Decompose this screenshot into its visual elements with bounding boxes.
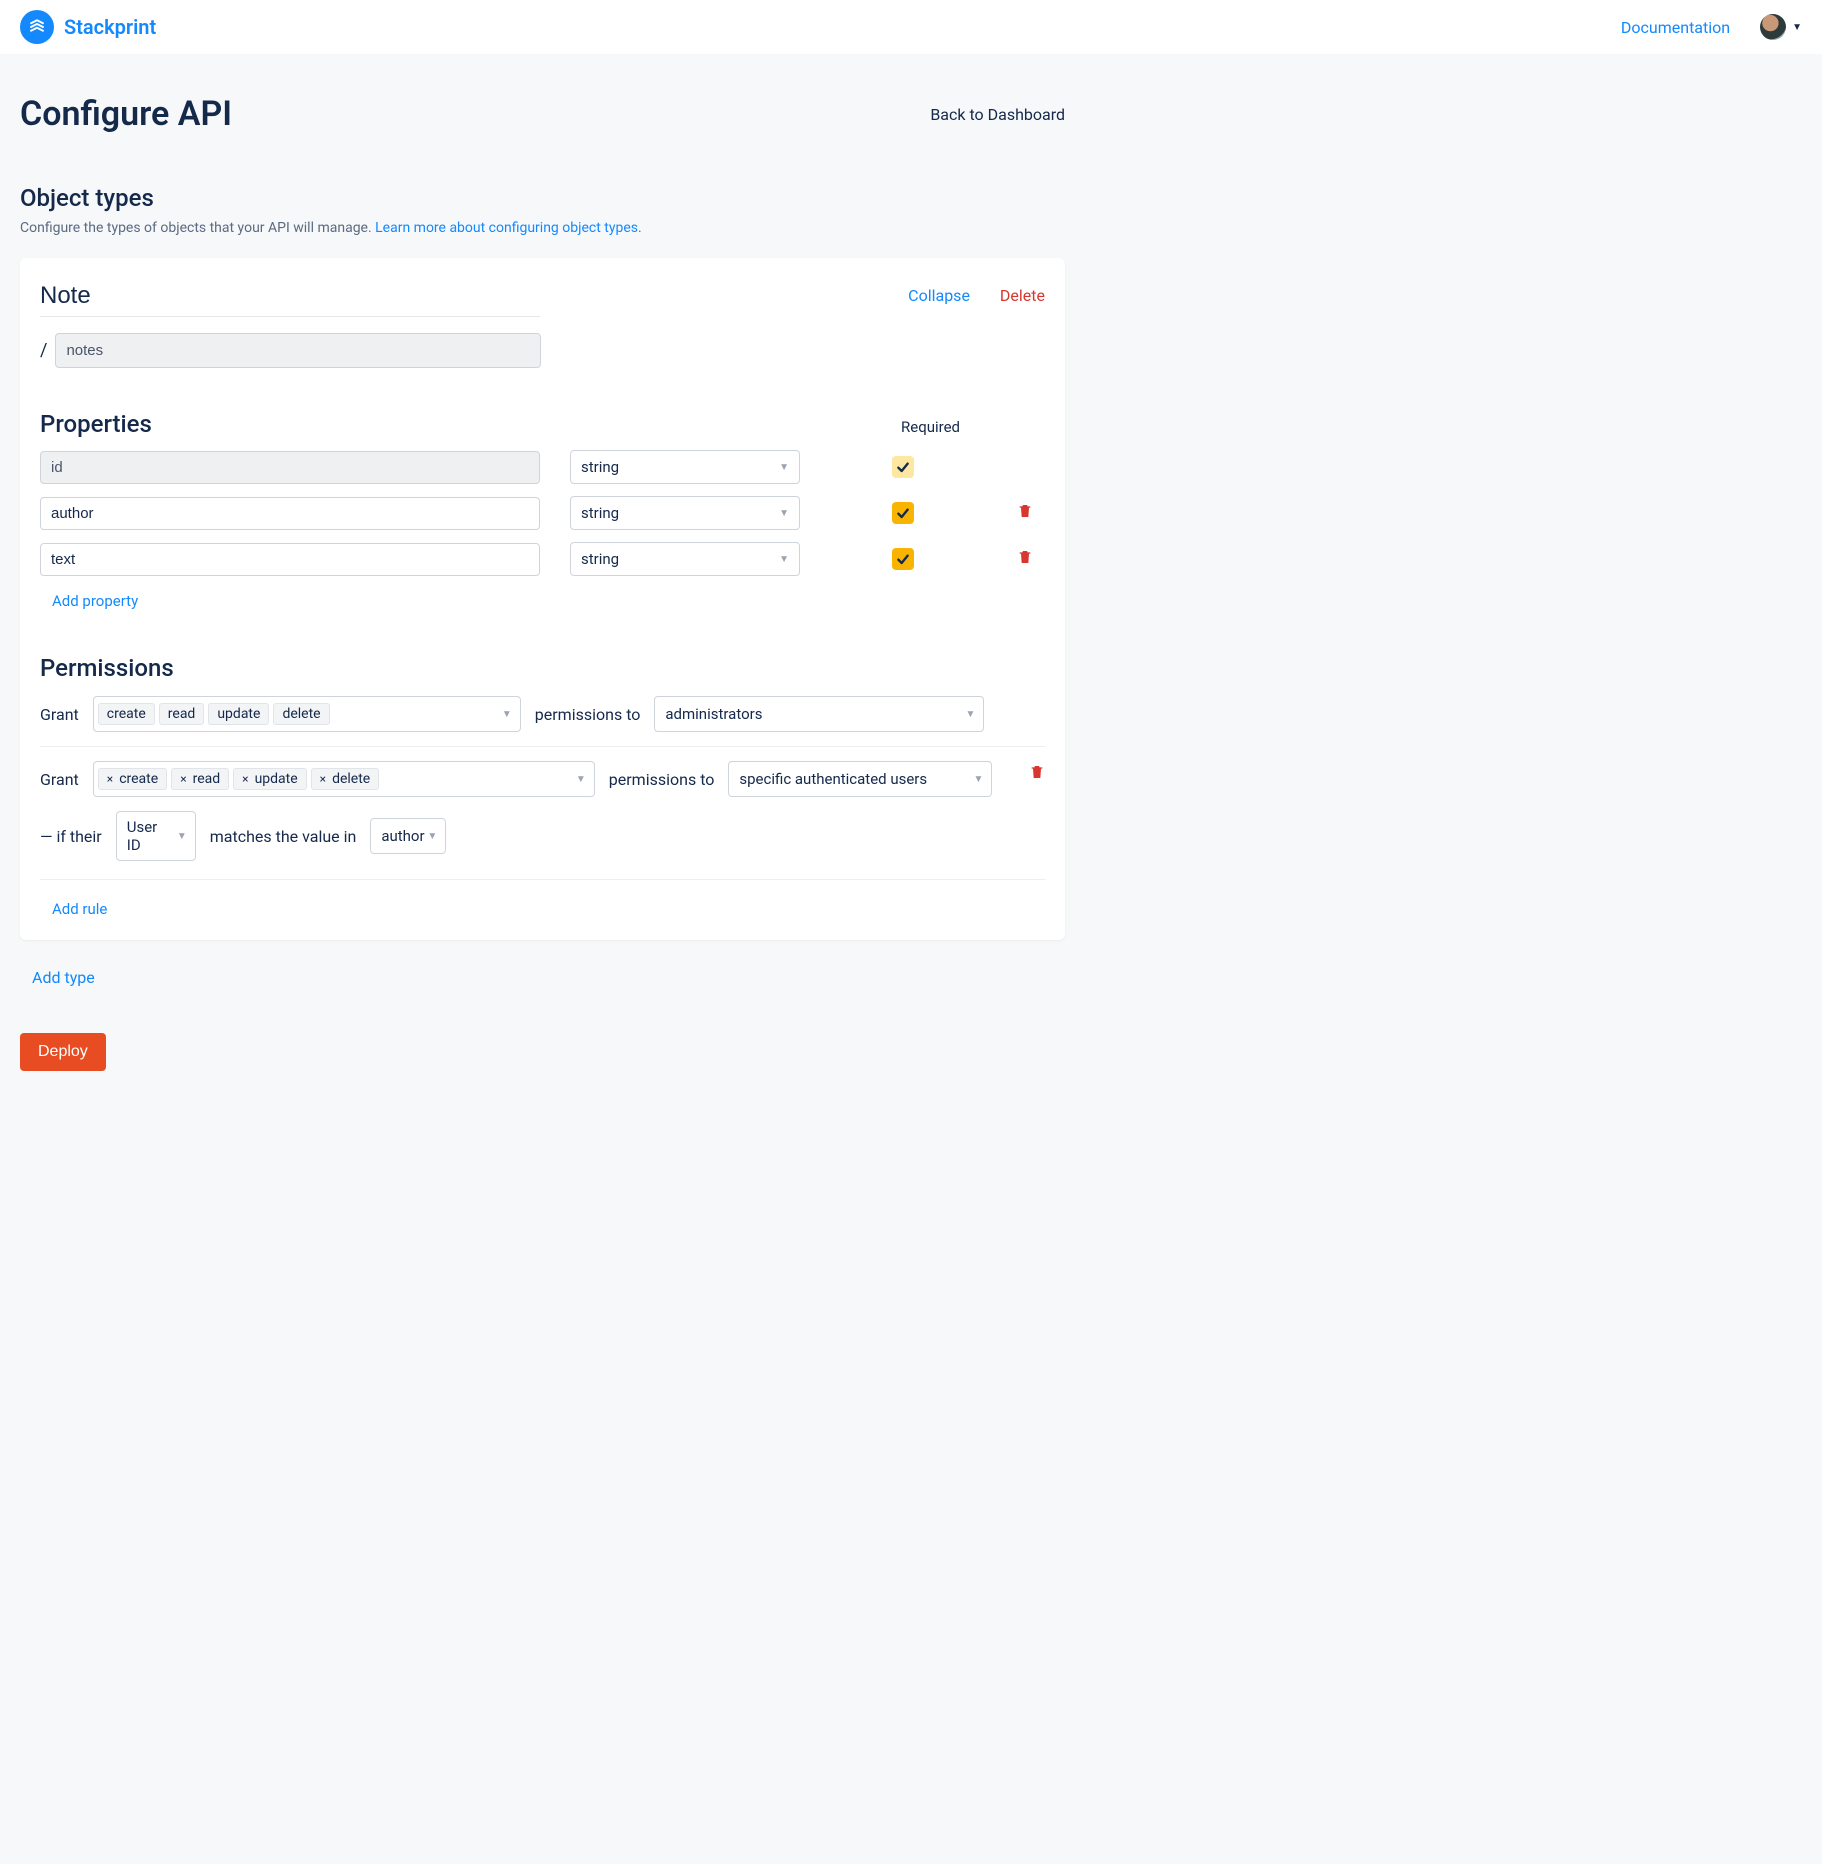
add-property-button[interactable]: Add property <box>52 592 138 610</box>
chevron-down-icon: ▼ <box>779 462 789 473</box>
required-checkbox[interactable] <box>892 548 914 570</box>
permission-rule: Grant ×create ×read ×update ×delete ▼ pe… <box>40 746 1045 811</box>
delete-property-button[interactable] <box>1017 548 1033 570</box>
object-types-description: Configure the types of objects that your… <box>20 220 1065 236</box>
brand-name: Stackprint <box>64 15 156 39</box>
user-menu[interactable]: ▼ <box>1760 14 1802 40</box>
path-input[interactable] <box>55 333 541 368</box>
grant-label: Grant <box>40 770 79 789</box>
chevron-down-icon: ▼ <box>576 774 586 785</box>
property-row: string ▼ <box>40 542 1045 576</box>
property-type-select[interactable]: string ▼ <box>570 450 800 484</box>
avatar <box>1760 14 1786 40</box>
chevron-down-icon: ▼ <box>779 508 789 519</box>
op-tag[interactable]: ×read <box>171 768 229 790</box>
operations-select[interactable]: create read update delete ▼ <box>93 696 521 732</box>
chevron-down-icon: ▼ <box>1792 22 1802 33</box>
op-tag: read <box>159 703 205 725</box>
if-their-label: — if their <box>40 827 102 846</box>
object-types-title: Object types <box>20 184 1065 212</box>
op-tag[interactable]: ×update <box>233 768 307 790</box>
add-type-button[interactable]: Add type <box>32 968 95 987</box>
remove-tag-icon: × <box>320 772 326 786</box>
type-name-input[interactable] <box>40 282 540 317</box>
property-name-input[interactable] <box>40 497 540 530</box>
op-tag: delete <box>273 703 329 725</box>
property-type-select[interactable]: string ▼ <box>570 542 800 576</box>
grant-label: Grant <box>40 705 79 724</box>
page-title: Configure API <box>20 94 232 134</box>
delete-property-button[interactable] <box>1017 502 1033 524</box>
back-to-dashboard-link[interactable]: Back to Dashboard <box>930 105 1065 124</box>
property-row: string ▼ <box>40 496 1045 530</box>
chevron-down-icon: ▼ <box>177 831 187 842</box>
op-tag: create <box>98 703 155 725</box>
collapse-button[interactable]: Collapse <box>908 286 970 305</box>
field-select[interactable]: author ▼ <box>370 818 446 854</box>
matches-label: matches the value in <box>210 827 357 846</box>
remove-tag-icon: × <box>242 772 248 786</box>
permission-condition: — if their User ID ▼ matches the value i… <box>40 811 1045 880</box>
op-tag[interactable]: ×create <box>98 768 167 790</box>
learn-more-link[interactable]: Learn more about configuring object type… <box>375 220 638 236</box>
object-types-desc-text: Configure the types of objects that your… <box>20 220 375 236</box>
op-tag: update <box>208 703 269 725</box>
delete-rule-button[interactable] <box>1029 763 1045 785</box>
documentation-link[interactable]: Documentation <box>1621 18 1730 37</box>
deploy-button[interactable]: Deploy <box>20 1033 106 1071</box>
brand[interactable]: Stackprint <box>20 10 156 44</box>
target-select[interactable]: administrators ▼ <box>654 696 984 732</box>
required-checkbox[interactable] <box>892 502 914 524</box>
permissions-to-label: permissions to <box>535 705 641 724</box>
chevron-down-icon: ▼ <box>427 831 437 842</box>
property-name-input <box>40 451 540 484</box>
type-card: Collapse Delete / Properties Required st… <box>20 258 1065 940</box>
brand-logo-icon <box>20 10 54 44</box>
remove-tag-icon: × <box>180 772 186 786</box>
chevron-down-icon: ▼ <box>965 709 975 720</box>
app-header: Stackprint Documentation ▼ <box>0 0 1822 54</box>
remove-tag-icon: × <box>107 772 113 786</box>
chevron-down-icon: ▼ <box>779 554 789 565</box>
path-slash: / <box>40 340 47 361</box>
required-checkbox[interactable] <box>892 456 914 478</box>
property-name-input[interactable] <box>40 543 540 576</box>
operations-select[interactable]: ×create ×read ×update ×delete ▼ <box>93 761 595 797</box>
permissions-to-label: permissions to <box>609 770 715 789</box>
property-row: string ▼ <box>40 450 1045 484</box>
chevron-down-icon: ▼ <box>973 774 983 785</box>
chevron-down-icon: ▼ <box>502 709 512 720</box>
add-rule-button[interactable]: Add rule <box>52 900 107 918</box>
required-column-label: Required <box>901 418 960 436</box>
claim-select[interactable]: User ID ▼ <box>116 811 196 861</box>
permission-rule: Grant create read update delete ▼ permis… <box>40 682 1045 746</box>
permissions-title: Permissions <box>40 654 1045 682</box>
properties-title: Properties <box>40 410 152 438</box>
property-type-select[interactable]: string ▼ <box>570 496 800 530</box>
op-tag[interactable]: ×delete <box>311 768 380 790</box>
delete-type-button[interactable]: Delete <box>1000 286 1045 305</box>
target-select[interactable]: specific authenticated users ▼ <box>728 761 992 797</box>
